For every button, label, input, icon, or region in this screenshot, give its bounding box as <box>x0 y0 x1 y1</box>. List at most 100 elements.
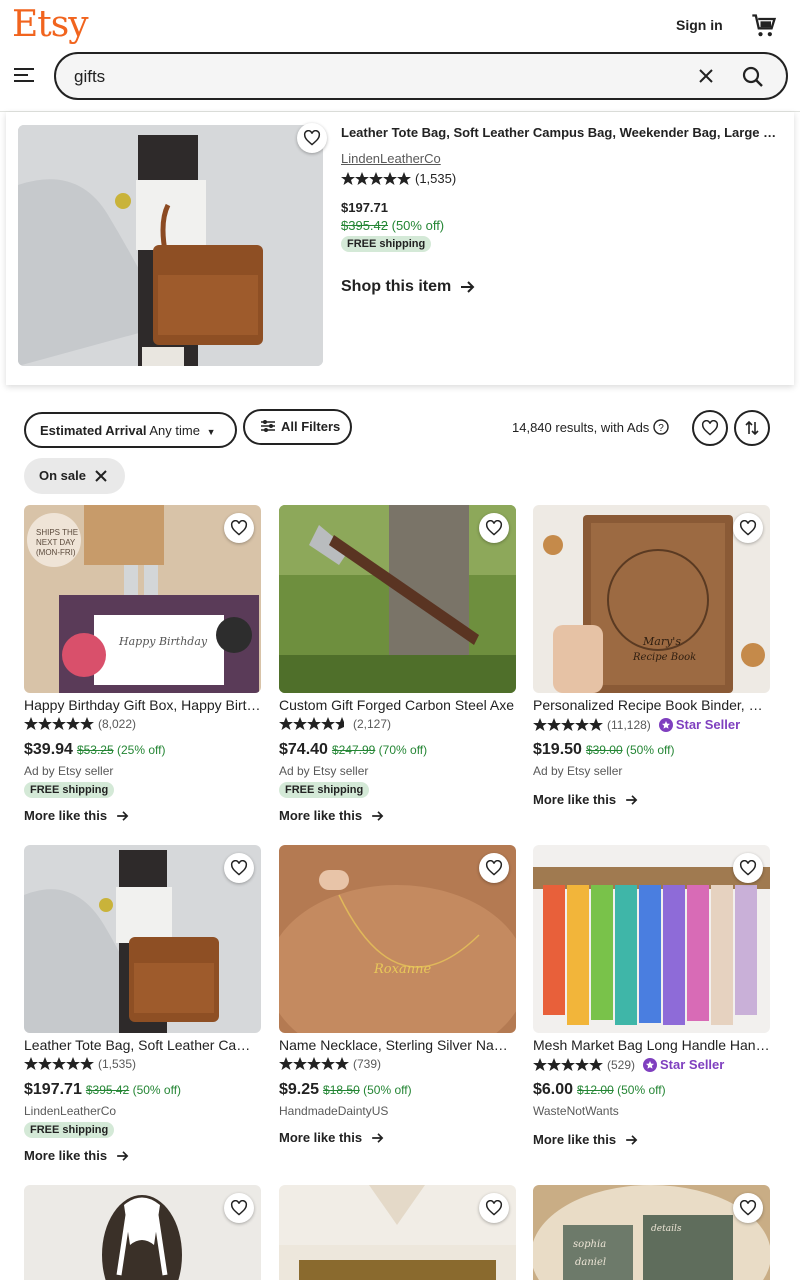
star-seller-badge: Star Seller <box>643 1057 724 1072</box>
more-like-this-link[interactable]: More like this <box>533 1132 638 1147</box>
favorite-button[interactable] <box>479 513 509 543</box>
star-seller-badge: Star Seller <box>658 717 740 732</box>
seller-label: Ad by Etsy seller <box>279 764 369 778</box>
heart-icon <box>485 860 503 876</box>
more-like-this-link[interactable]: More like this <box>24 808 129 823</box>
free-shipping-badge: FREE shipping <box>24 782 115 798</box>
svg-text:Happy Birthday: Happy Birthday <box>118 635 208 648</box>
product-card[interactable] <box>279 1185 516 1280</box>
sponsored-listing[interactable]: Leather Tote Bag, Soft Leather Campus Ba… <box>6 112 794 385</box>
more-like-this-link[interactable]: More like this <box>24 1148 129 1163</box>
heart-icon <box>230 520 248 536</box>
rating: (1,535) <box>24 1057 136 1071</box>
estimated-arrival-filter[interactable]: Estimated Arrival Any time ▼ <box>24 412 237 448</box>
favorite-button[interactable] <box>224 1193 254 1223</box>
more-like-this-link[interactable]: More like this <box>279 808 384 823</box>
more-like-this-label: More like this <box>533 1132 617 1147</box>
heart-icon <box>701 420 719 436</box>
on-sale-chip[interactable]: On sale <box>24 458 125 494</box>
review-count: (11,128) <box>607 717 651 732</box>
sale-price: $197.71 <box>341 200 388 215</box>
favorite-button[interactable] <box>479 853 509 883</box>
product-card[interactable] <box>24 1185 261 1280</box>
free-shipping-badge: FREE shipping <box>279 782 370 798</box>
clear-search-icon[interactable] <box>696 66 716 86</box>
shop-this-item-link[interactable]: Shop this item <box>341 278 475 296</box>
save-search-button[interactable] <box>692 410 728 446</box>
svg-text:?: ? <box>659 423 665 434</box>
more-like-this-label: More like this <box>533 792 617 807</box>
search-input[interactable]: gifts <box>74 67 105 87</box>
review-count: (1,535) <box>415 171 457 186</box>
star-rating-icon <box>341 171 411 186</box>
product-title[interactable]: Happy Birthday Gift Box, Happy Birthday … <box>24 697 261 713</box>
svg-text:Recipe Book: Recipe Book <box>632 652 696 663</box>
svg-text:details: details <box>651 1224 682 1234</box>
filters-icon <box>261 420 275 432</box>
review-count: (8,022) <box>98 717 137 731</box>
menu-icon[interactable] <box>14 66 34 84</box>
favorite-button[interactable] <box>733 853 763 883</box>
product-title[interactable]: Custom Gift Forged Carbon Steel Axe <box>279 697 516 713</box>
seller-label: Ad by Etsy seller <box>24 764 114 778</box>
rating: (8,022) <box>24 717 136 731</box>
site-header: Etsy Sign in gifts <box>0 0 800 112</box>
svg-text:Mary's: Mary's <box>642 635 681 648</box>
search-bar[interactable]: gifts <box>54 52 788 100</box>
arrival-value: Any time <box>149 423 200 438</box>
rating: (739) <box>279 1057 381 1071</box>
seller-label: LindenLeatherCo <box>24 1104 117 1118</box>
sign-in-link[interactable]: Sign in <box>676 17 723 33</box>
more-like-this-link[interactable]: More like this <box>533 792 638 807</box>
sort-button[interactable] <box>734 410 770 446</box>
product-price: $6.00 $12.00 (50% off) <box>533 1081 666 1098</box>
more-like-this-link[interactable]: More like this <box>279 1130 384 1145</box>
favorite-button[interactable] <box>224 853 254 883</box>
cart-icon[interactable] <box>750 12 778 40</box>
heart-icon <box>485 1200 503 1216</box>
product-title[interactable]: Mesh Market Bag Long Handle Handmade <box>533 1037 770 1053</box>
more-like-this-label: More like this <box>279 808 363 823</box>
svg-text:SHIPS THE: SHIPS THE <box>36 528 78 537</box>
review-count: (529) <box>607 1057 636 1072</box>
favorite-button[interactable] <box>479 1193 509 1223</box>
favorite-button[interactable] <box>733 1193 763 1223</box>
product-price: $19.50 $39.00 (50% off) <box>533 741 675 758</box>
product-price: $74.40 $247.99 (70% off) <box>279 741 428 758</box>
product-title[interactable]: Leather Tote Bag, Soft Leather Campus Ba… <box>24 1037 261 1053</box>
arrow-right-icon <box>372 810 384 821</box>
free-shipping-badge: FREE shipping <box>341 236 432 252</box>
sort-icon <box>745 420 759 436</box>
shop-name-link[interactable]: LindenLeatherCo <box>341 151 441 166</box>
product-title[interactable]: Personalized Recipe Book Binder, Wooden … <box>533 697 770 713</box>
star-rating-icon <box>533 1057 603 1072</box>
listing-title[interactable]: Leather Tote Bag, Soft Leather Campus Ba… <box>341 125 781 140</box>
all-filters-button[interactable]: All Filters <box>243 409 352 445</box>
favorite-button[interactable] <box>224 513 254 543</box>
star-rating-icon <box>24 1057 94 1071</box>
favorite-button[interactable] <box>733 513 763 543</box>
seller-label: HandmadeDaintyUS <box>279 1104 389 1118</box>
product-price: $39.94 $53.25 (25% off) <box>24 741 166 758</box>
heart-icon <box>230 1200 248 1216</box>
help-icon[interactable]: ? <box>653 419 670 435</box>
heart-icon <box>485 520 503 536</box>
original-price: $395.42 (50% off) <box>341 218 445 233</box>
star-seller-icon <box>658 717 673 732</box>
favorite-button[interactable] <box>297 123 327 153</box>
star-rating-icon <box>24 717 94 731</box>
star-rating-icon <box>279 717 349 731</box>
product-title[interactable]: Name Necklace, Sterling Silver Name Neck… <box>279 1037 516 1053</box>
etsy-logo[interactable]: Etsy <box>12 4 89 45</box>
remove-filter-icon[interactable] <box>94 469 108 483</box>
product-card[interactable]: sophia daniel details <box>533 1185 770 1280</box>
rating: (2,127) <box>279 717 391 731</box>
search-icon[interactable] <box>741 65 765 89</box>
svg-text:(MON-FRI): (MON-FRI) <box>36 548 76 557</box>
shop-this-item-label: Shop this item <box>341 278 452 295</box>
svg-text:Roxanne: Roxanne <box>373 962 431 977</box>
arrow-right-icon <box>626 1134 638 1145</box>
review-count: (2,127) <box>353 717 392 731</box>
svg-text:daniel: daniel <box>575 1257 606 1268</box>
tote-bag-image[interactable] <box>18 125 323 366</box>
